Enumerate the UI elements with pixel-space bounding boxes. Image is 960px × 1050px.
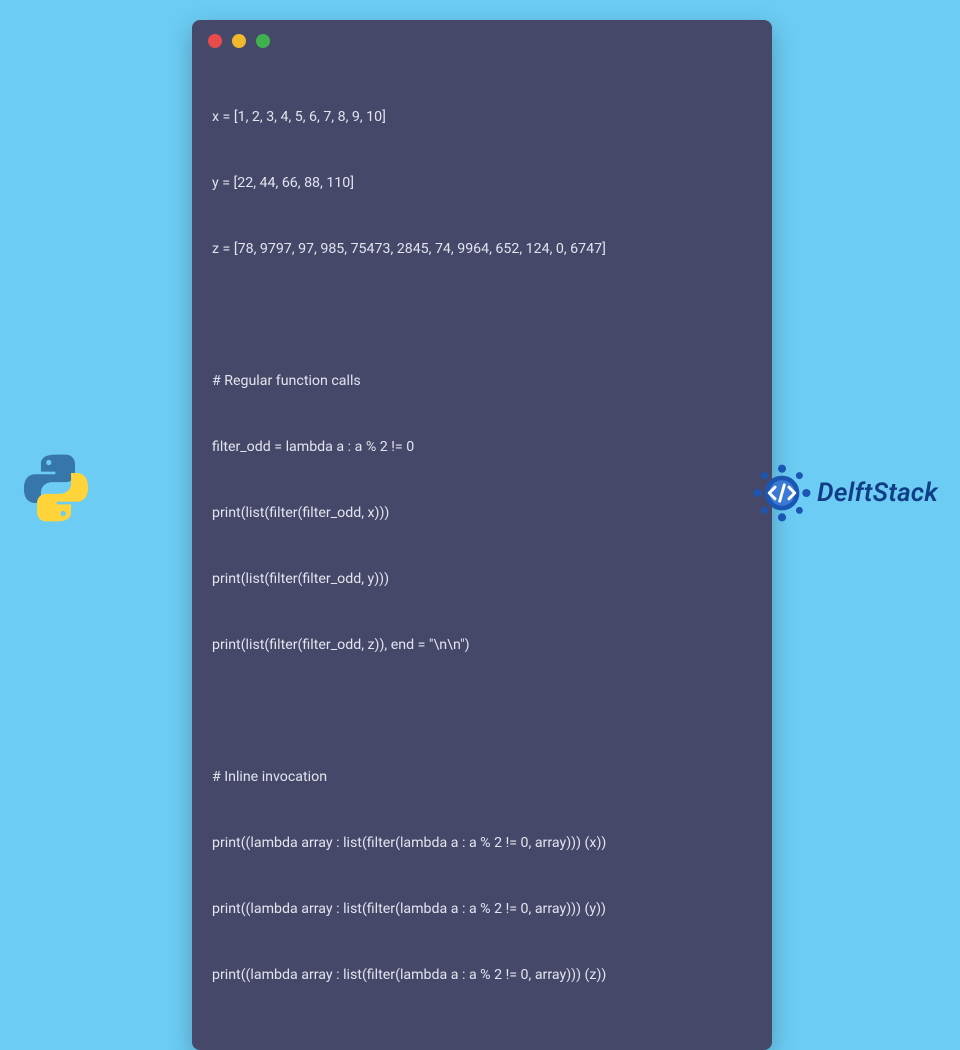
code-line: print((lambda array : list(filter(lambda… [212,832,752,854]
brand-badge-icon [753,464,811,522]
code-line: print(list(filter(filter_odd, x))) [212,502,752,524]
code-line: y = [22, 44, 66, 88, 110] [212,172,752,194]
code-comment: # Inline invocation [212,766,752,788]
maximize-icon[interactable] [256,34,270,48]
code-comment: # Regular function calls [212,370,752,392]
code-line: filter_odd = lambda a : a % 2 != 0 [212,436,752,458]
minimize-icon[interactable] [232,34,246,48]
code-line: z = [78, 9797, 97, 985, 75473, 2845, 74,… [212,238,752,260]
blank-line [212,304,752,326]
window-titlebar [192,20,772,54]
code-window: x = [1, 2, 3, 4, 5, 6, 7, 8, 9, 10] y = … [192,20,772,1050]
code-line: print(list(filter(filter_odd, z)), end =… [212,634,752,656]
python-logo-icon [20,452,92,524]
blank-line [212,700,752,722]
code-line: x = [1, 2, 3, 4, 5, 6, 7, 8, 9, 10] [212,106,752,128]
code-line: print(list(filter(filter_odd, y))) [212,568,752,590]
code-body: x = [1, 2, 3, 4, 5, 6, 7, 8, 9, 10] y = … [192,54,772,1050]
close-icon[interactable] [208,34,222,48]
code-line: print((lambda array : list(filter(lambda… [212,898,752,920]
code-line: print((lambda array : list(filter(lambda… [212,964,752,986]
brand-name: DelftStack [817,478,938,508]
brand: DelftStack [753,464,938,522]
